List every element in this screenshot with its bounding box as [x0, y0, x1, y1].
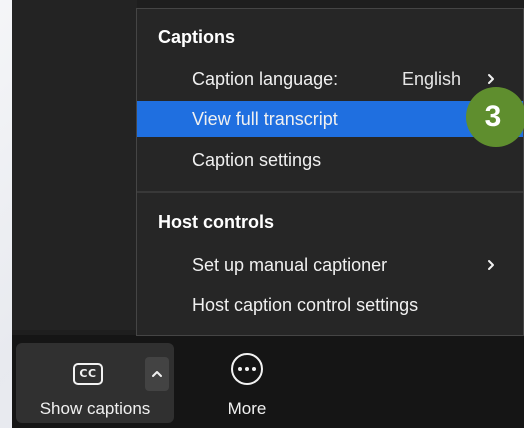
chevron-up-icon	[152, 371, 162, 377]
menu-item-manual-captioner[interactable]: Set up manual captioner	[137, 247, 523, 283]
chevron-right-icon	[488, 260, 494, 270]
captions-menu: Captions Caption language: English View …	[136, 8, 524, 336]
show-captions-button-group[interactable]: CC Show captions	[16, 343, 174, 423]
caption-language-label: Caption language:	[192, 69, 339, 89]
more-dot	[244, 367, 249, 371]
show-captions-label[interactable]: Show captions	[16, 399, 174, 419]
host-controls-heading: Host controls	[158, 212, 275, 232]
host-caption-settings-label: Host caption control settings	[192, 295, 419, 315]
menu-item-caption-language[interactable]: Caption language: English	[137, 61, 523, 97]
more-icon[interactable]	[231, 353, 263, 385]
meeting-toolbar: CC Show captions More	[12, 335, 524, 428]
closed-captions-icon[interactable]: CC	[73, 363, 103, 385]
more-label[interactable]: More	[202, 399, 292, 419]
menu-item-caption-settings[interactable]: Caption settings	[137, 142, 523, 178]
more-dot	[251, 367, 256, 371]
caption-settings-label: Caption settings	[192, 150, 322, 170]
meeting-video-area	[12, 0, 137, 330]
step-number-badge: 3	[466, 87, 524, 147]
more-dot	[237, 367, 242, 371]
captions-options-button[interactable]	[145, 357, 169, 391]
manual-captioner-label: Set up manual captioner	[192, 255, 388, 275]
view-transcript-label: View full transcript	[192, 109, 338, 129]
captions-heading: Captions	[158, 27, 236, 47]
chevron-right-icon	[488, 74, 494, 84]
caption-language-value: English	[402, 69, 462, 89]
menu-item-host-caption-control-settings[interactable]: Host caption control settings	[137, 287, 523, 323]
more-button[interactable]: More	[202, 343, 292, 423]
menu-divider	[137, 191, 523, 193]
